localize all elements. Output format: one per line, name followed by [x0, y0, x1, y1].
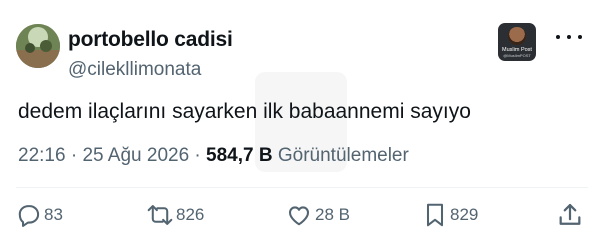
tweet-meta: 22:16 · 25 Ağu 2026 · 584,7 B Görüntülem…: [18, 145, 409, 167]
more-dot: [556, 35, 560, 39]
badge-avatar-icon: [508, 27, 526, 45]
author-display-name[interactable]: portobello cadisi: [68, 28, 233, 52]
reply-icon: [16, 202, 42, 228]
tweet-time[interactable]: 22:16: [18, 145, 66, 167]
tweet-date[interactable]: 25 Ağu 2026: [82, 145, 189, 167]
reply-button[interactable]: 83: [16, 199, 63, 231]
bookmark-icon: [422, 201, 448, 229]
more-dot: [567, 35, 571, 39]
like-count: 28 B: [315, 205, 350, 224]
bookmark-button[interactable]: 829: [422, 199, 478, 231]
retweet-icon: [146, 202, 174, 228]
divider: [16, 187, 588, 188]
retweet-count: 826: [176, 205, 205, 224]
avatar[interactable]: [16, 24, 60, 68]
like-button[interactable]: 28 B: [285, 199, 350, 231]
affiliate-badge[interactable]: Muslim Post @MuslimPOST: [498, 23, 536, 61]
badge-handle: @MuslimPOST: [503, 53, 531, 58]
more-dot: [578, 35, 582, 39]
action-bar: 83 826 28 B 829: [0, 199, 604, 231]
share-icon: [556, 201, 584, 229]
bookmark-count: 829: [450, 205, 479, 224]
retweet-button[interactable]: 826: [146, 199, 204, 231]
tweet-card[interactable]: portobello cadisi @cilekllimonata Muslim…: [0, 0, 604, 248]
tweet-text: dedem ilaçlarını sayarken ilk babaannemi…: [18, 100, 471, 123]
reply-count: 83: [44, 205, 63, 224]
more-icon[interactable]: [556, 30, 582, 44]
views-count: 584,7 B: [206, 145, 273, 166]
meta-separator: ·: [189, 145, 207, 166]
share-button[interactable]: [556, 199, 584, 231]
author-handle[interactable]: @cilekllimonata: [68, 59, 201, 81]
like-icon: [285, 202, 313, 228]
meta-separator: ·: [65, 145, 83, 166]
views-label: Görüntülemeler: [272, 145, 409, 166]
